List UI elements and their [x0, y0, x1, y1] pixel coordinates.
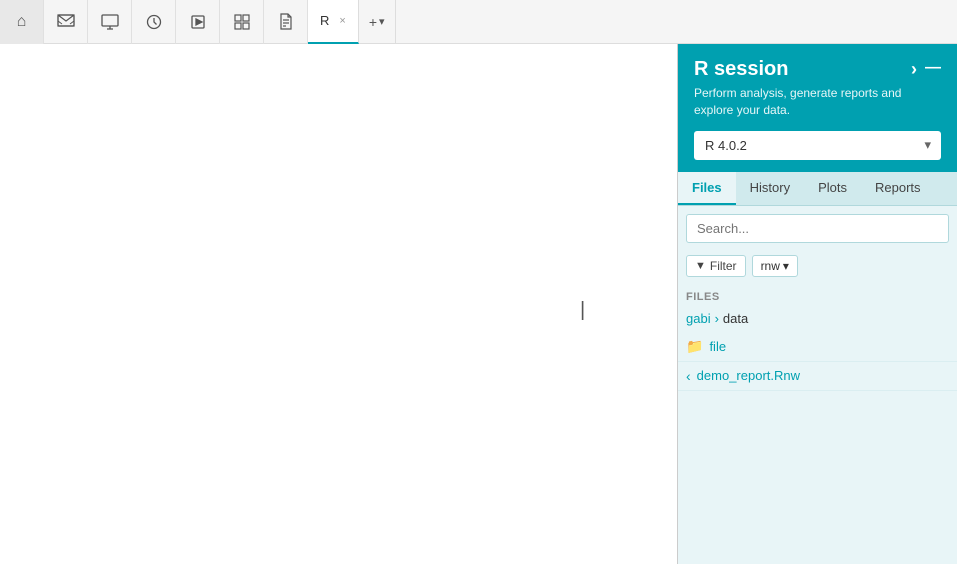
files-section-label: FILES [678, 283, 957, 307]
list-item[interactable]: ‹ demo_report.Rnw [678, 362, 957, 391]
panel-tabs: Files History Plots Reports [678, 172, 957, 206]
grid-icon[interactable] [220, 0, 264, 44]
minimize-icon[interactable]: — [925, 59, 941, 80]
breadcrumb-separator: › [715, 311, 719, 326]
tab-plots[interactable]: Plots [804, 172, 861, 205]
filter-bar: ▼ Filter rnw ▾ [678, 251, 957, 283]
filter-button[interactable]: ▼ Filter [686, 255, 746, 277]
r-tab[interactable]: R × [308, 0, 359, 44]
editor-area[interactable]: | [0, 44, 677, 564]
file-name-rnw: demo_report.Rnw [697, 368, 800, 383]
expand-icon[interactable]: › [911, 59, 917, 80]
text-cursor: | [580, 299, 585, 322]
breadcrumb-data: data [723, 311, 748, 326]
breadcrumb-gabi[interactable]: gabi [686, 311, 711, 326]
files-section: FILES gabi › data 📁 file ‹ demo_report.R… [678, 283, 957, 564]
r-session-title-text: R session [694, 58, 788, 81]
list-item[interactable]: 📁 file [678, 332, 957, 362]
filter-value-selector[interactable]: rnw ▾ [752, 255, 798, 277]
monitor-icon[interactable] [88, 0, 132, 44]
right-panel: R session › — Perform analysis, generate… [677, 44, 957, 564]
play-icon[interactable] [176, 0, 220, 44]
home-icon[interactable]: ⌂ [0, 0, 44, 44]
filter-value-chevron: ▾ [783, 259, 789, 273]
header-icons: › — [911, 59, 941, 80]
file-name-folder: file [709, 339, 726, 354]
chat-icon[interactable] [44, 0, 88, 44]
r-version-select[interactable]: R 4.0.2 [694, 131, 941, 160]
tab-history[interactable]: History [736, 172, 804, 205]
add-tab-chevron: ▾ [379, 15, 385, 28]
folder-icon: 📁 [686, 338, 703, 355]
breadcrumb: gabi › data [678, 307, 957, 332]
doc-icon[interactable] [264, 0, 308, 44]
search-bar-container [678, 206, 957, 251]
filter-label: Filter [710, 259, 737, 273]
r-version-wrapper: R 4.0.2 [694, 131, 941, 160]
filter-value-text: rnw [761, 259, 780, 273]
add-tab-button[interactable]: + ▾ [359, 0, 396, 44]
tab-reports[interactable]: Reports [861, 172, 935, 205]
filter-funnel-icon: ▼ [695, 260, 706, 272]
search-input[interactable] [686, 214, 949, 243]
r-tab-label: R [320, 13, 329, 28]
clock-icon[interactable] [132, 0, 176, 44]
r-session-header: R session › — Perform analysis, generate… [678, 44, 957, 172]
tab-files[interactable]: Files [678, 172, 736, 205]
r-tab-close[interactable]: × [339, 15, 345, 27]
r-session-title-bar: R session › — [694, 58, 941, 81]
rnw-file-icon: ‹ [686, 368, 691, 384]
toolbar: ⌂ R × + ▾ [0, 0, 957, 44]
r-session-description: Perform analysis, generate reports and e… [694, 85, 941, 119]
main-content: | R session › — Perform analysis, genera… [0, 44, 957, 564]
